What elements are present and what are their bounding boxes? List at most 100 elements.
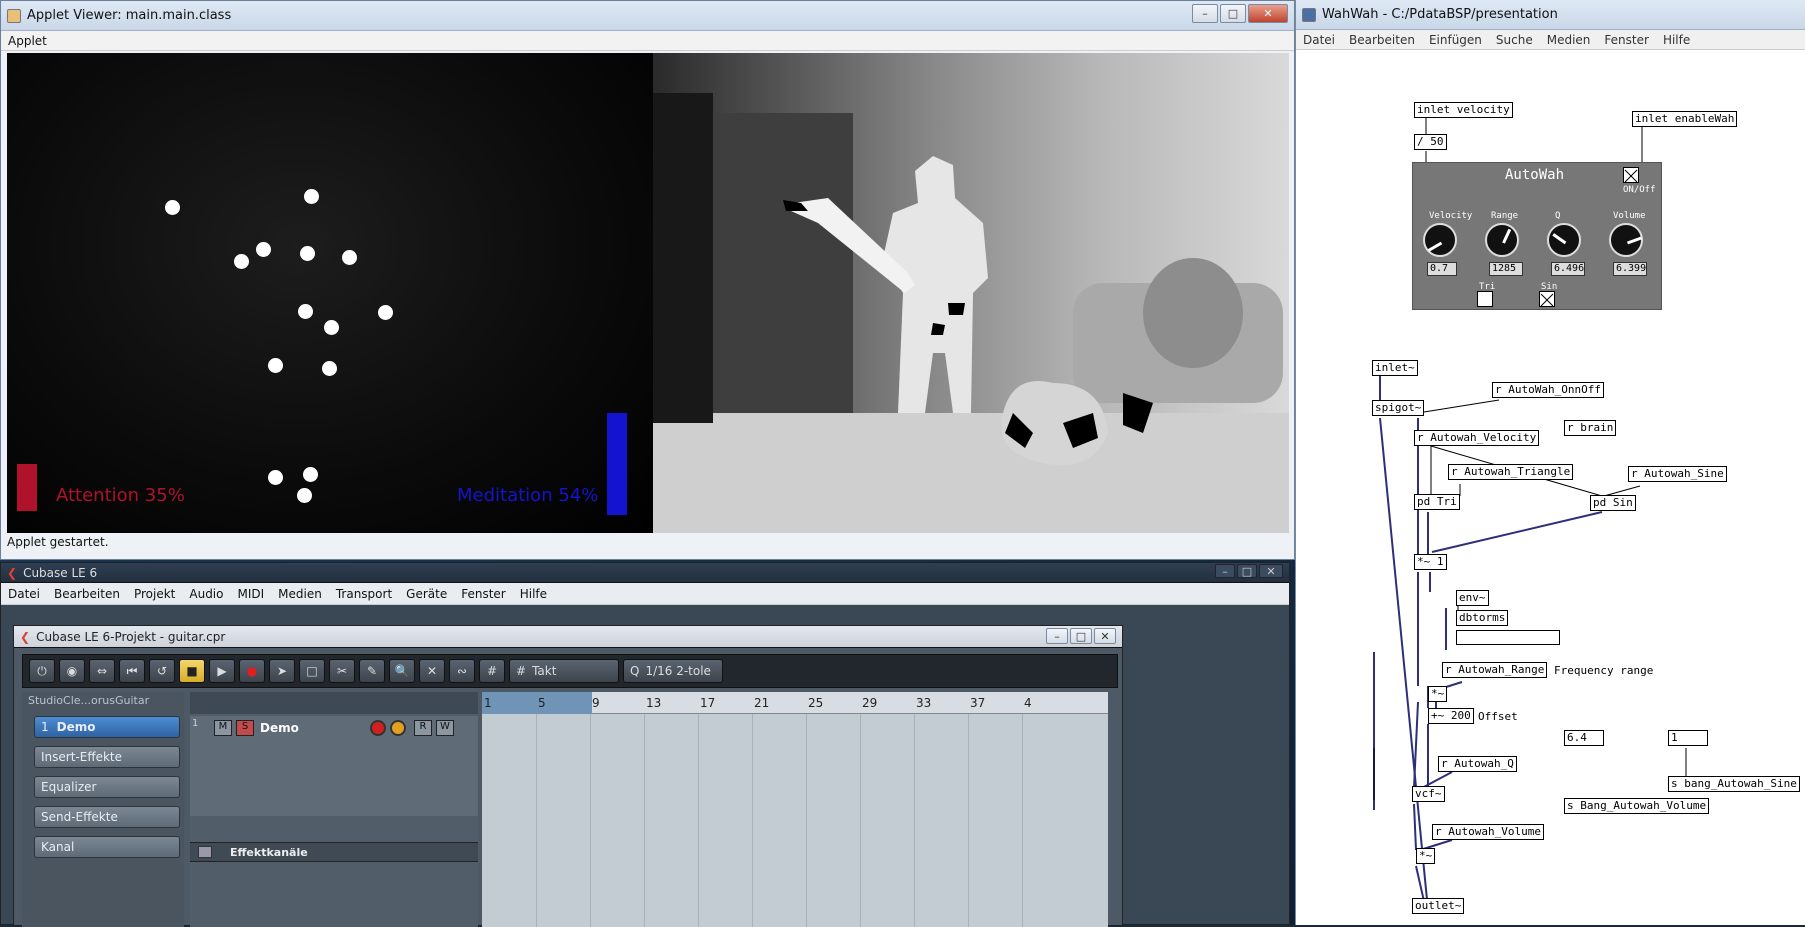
inspector-send-effects[interactable]: Send-Effekte [34, 806, 180, 828]
pd-object[interactable]: r brain [1564, 420, 1617, 436]
record-enable-button[interactable] [370, 720, 386, 736]
automation-mode-button[interactable]: ⇔ [89, 659, 115, 683]
maximize-button[interactable]: □ [1237, 564, 1257, 578]
volume-knob[interactable] [1609, 223, 1643, 257]
monitor-button[interactable] [390, 720, 406, 736]
pd-object[interactable]: inlet~ [1372, 360, 1418, 376]
pd-object[interactable]: env~ [1456, 590, 1489, 606]
split-tool-icon[interactable]: ✂ [329, 659, 355, 683]
tri-toggle[interactable] [1477, 291, 1493, 307]
close-button[interactable]: ✕ [1259, 564, 1283, 578]
inspector-preset[interactable]: StudioCle...orusGuitar [28, 694, 149, 707]
play-button[interactable]: ▶ [209, 659, 235, 683]
menu-applet[interactable]: Applet [1, 34, 54, 48]
pd-number-box[interactable]: 6.4 [1564, 730, 1604, 746]
pd-object[interactable]: pd Tri [1414, 494, 1460, 510]
pd-number-box[interactable]: 1 [1668, 730, 1708, 746]
pd-hslider[interactable] [1456, 630, 1560, 645]
grid-type-select[interactable]: Q 1/16 2-tole [623, 659, 723, 683]
pd-object[interactable]: *~ [1416, 848, 1436, 864]
onoff-toggle[interactable] [1623, 167, 1639, 183]
menu-audio[interactable]: Audio [182, 587, 230, 601]
stop-button[interactable]: ■ [179, 659, 205, 683]
cubase-titlebar[interactable]: ❮ Cubase LE 6 – □ ✕ [1, 563, 1289, 583]
range-tool-icon[interactable]: □ [299, 659, 325, 683]
track-row[interactable]: 1 M S Demo R W [190, 716, 478, 816]
menu-medien[interactable]: Medien [271, 587, 329, 601]
record-button[interactable]: ● [239, 659, 265, 683]
volume-number[interactable]: 6.399 [1613, 262, 1647, 276]
menu-geraete[interactable]: Geräte [399, 587, 454, 601]
activate-project-button[interactable]: ⏻ [29, 659, 55, 683]
pd-object[interactable]: dbtorms [1456, 610, 1509, 626]
write-automation-button[interactable]: W [436, 720, 454, 736]
pd-object[interactable]: pd Sin [1590, 495, 1636, 511]
zoom-tool-icon[interactable]: 🔍 [389, 659, 415, 683]
inspector-channel[interactable]: Kanal [34, 836, 180, 858]
cycle-button[interactable]: ↺ [149, 659, 175, 683]
folder-track[interactable]: Effektkanäle [190, 842, 478, 862]
maximize-button[interactable]: □ [1070, 628, 1092, 644]
solo-button[interactable]: S [236, 720, 254, 736]
minimize-button[interactable]: – [1192, 4, 1218, 23]
pd-object[interactable]: r Autowah_Volume [1432, 824, 1544, 840]
q-number[interactable]: 6.496 [1551, 262, 1585, 276]
menu-datei[interactable]: Datei [1, 587, 47, 601]
menu-hilfe[interactable]: Hilfe [513, 587, 554, 601]
maximize-button[interactable]: □ [1220, 4, 1246, 23]
menu-bearbeiten[interactable]: Bearbeiten [47, 587, 127, 601]
pd-object[interactable]: r Autowah_Q [1438, 756, 1517, 772]
pd-object[interactable]: outlet~ [1412, 898, 1465, 914]
pencil-tool-icon[interactable]: ✎ [359, 659, 385, 683]
grid-button[interactable]: # [479, 659, 505, 683]
inspector-equalizer[interactable]: Equalizer [34, 776, 180, 798]
inspector-track-name[interactable]: 1 Demo [34, 716, 180, 738]
velocity-number[interactable]: 0.7 [1427, 262, 1457, 276]
minimize-button[interactable]: – [1046, 628, 1068, 644]
pd-object[interactable]: r AutoWah_OnnOff [1492, 382, 1604, 398]
pd-object[interactable]: *~ 1 [1414, 554, 1447, 570]
pd-object[interactable]: s Bang_Autowah_Volume [1564, 798, 1710, 814]
snap-button[interactable]: ∾ [449, 659, 475, 683]
rewind-button[interactable]: ⏮ [119, 659, 145, 683]
track-name[interactable]: Demo [260, 721, 299, 735]
sin-toggle[interactable] [1539, 291, 1555, 307]
pd-object[interactable]: r Autowah_Sine [1628, 466, 1727, 482]
pd-object[interactable]: +~ 200 [1428, 708, 1474, 724]
mute-tool-icon[interactable]: ✕ [419, 659, 445, 683]
pd-object[interactable]: r Autowah_Triangle [1448, 464, 1574, 480]
inspector-insert-effects[interactable]: Insert-Effekte [34, 746, 180, 768]
read-automation-button[interactable]: R [414, 720, 432, 736]
menu-transport[interactable]: Transport [329, 587, 399, 601]
pd-object[interactable]: spigot~ [1372, 400, 1425, 416]
pd-object[interactable]: s bang_Autowah_Sine [1668, 776, 1800, 792]
pd-object[interactable]: r Autowah_Range [1442, 662, 1548, 678]
pd-comment: Offset [1478, 710, 1518, 723]
arrange-area[interactable]: 1 5 9 13 17 21 25 29 33 37 4 [482, 692, 1108, 927]
constrain-delay-button[interactable]: ◉ [59, 659, 85, 683]
pd-object[interactable]: r Autowah_Velocity [1414, 430, 1540, 446]
close-button[interactable]: ✕ [1094, 628, 1116, 644]
pd-object[interactable]: / 50 [1414, 134, 1447, 150]
range-knob[interactable] [1485, 223, 1519, 257]
applet-titlebar[interactable]: Applet Viewer: main.main.class – □ ✕ [1, 1, 1294, 31]
cycle-range[interactable] [482, 692, 592, 714]
quantize-select[interactable]: # Takt [509, 659, 619, 683]
applet-canvas[interactable]: Attention 35% Meditation 54% [7, 53, 1289, 533]
pd-object[interactable]: vcf~ [1412, 786, 1445, 802]
menu-fenster[interactable]: Fenster [454, 587, 513, 601]
pd-object[interactable]: inlet enableWah [1632, 111, 1738, 127]
pointer-tool-icon[interactable]: ➤ [269, 659, 295, 683]
velocity-knob[interactable] [1423, 223, 1457, 257]
close-button[interactable]: ✕ [1248, 4, 1288, 23]
pd-object[interactable]: inlet velocity [1414, 102, 1513, 118]
project-titlebar[interactable]: ❮ Cubase LE 6-Projekt - guitar.cpr – □ ✕ [14, 626, 1122, 648]
minimize-button[interactable]: – [1215, 564, 1235, 578]
menu-midi[interactable]: MIDI [230, 587, 271, 601]
menu-projekt[interactable]: Projekt [127, 587, 182, 601]
q-knob[interactable] [1547, 223, 1581, 257]
range-number[interactable]: 1285 [1489, 262, 1523, 276]
mute-button[interactable]: M [214, 720, 232, 736]
timeline-ruler[interactable]: 1 5 9 13 17 21 25 29 33 37 4 [482, 692, 1108, 714]
pd-object[interactable]: *~ [1428, 686, 1448, 702]
